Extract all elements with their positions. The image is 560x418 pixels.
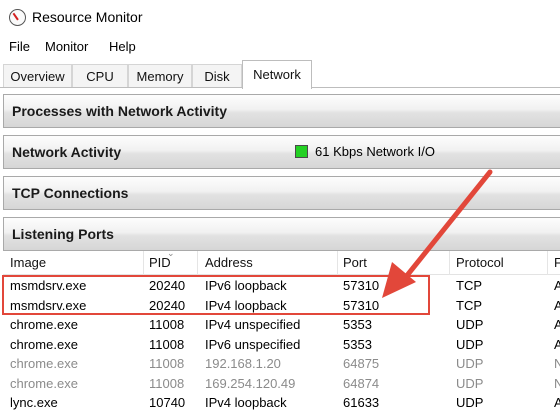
cell-protocol: UDP — [456, 356, 484, 371]
window-title: Resource Monitor — [32, 9, 143, 25]
cell-port: 5353 — [343, 317, 372, 332]
col-divider[interactable] — [449, 251, 450, 275]
cell-port: 5353 — [343, 336, 372, 352]
table-row[interactable]: msmdsrv.exe 20240 IPv6 loopback 57310 TC… — [3, 276, 560, 296]
cell-port: 57310 — [343, 278, 380, 293]
tab-disk[interactable]: Disk — [192, 64, 242, 88]
cell-pid: 11008 — [149, 336, 185, 352]
cell-pid: 10740 — [149, 395, 186, 410]
table-row[interactable]: msmdsrv.exe 20240 IPv4 loopback 57310 TC… — [3, 296, 560, 316]
cell-address: IPv4 loopback — [205, 395, 287, 410]
tab-overview[interactable]: Overview — [3, 64, 72, 88]
cell-pid: 20240 — [149, 297, 186, 313]
cell-port: 61633 — [343, 395, 380, 410]
menu-file[interactable]: File — [9, 39, 30, 54]
listening-table-header: Image ⌄ PID Address Port Protocol F — [3, 248, 560, 275]
cell-firewall: N — [554, 356, 560, 371]
tab-bar: Overview CPU Memory Disk Network — [0, 60, 560, 89]
section-network-activity-label: Network Activity — [12, 144, 122, 160]
section-network-activity-header[interactable]: Network Activity 61 Kbps Network I/O — [3, 135, 560, 169]
tab-cpu[interactable]: CPU — [72, 64, 128, 88]
table-row[interactable]: lync.exe 10740 IPv4 loopback 61633 UDP A — [3, 393, 560, 413]
network-io-status: 61 Kbps Network I/O — [295, 144, 435, 159]
tab-memory[interactable]: Memory — [128, 64, 192, 88]
cell-address: IPv4 loopback — [205, 297, 287, 313]
cell-port: 64874 — [343, 375, 380, 391]
col-pid[interactable]: PID — [149, 255, 171, 270]
cell-address: 192.168.1.20 — [205, 356, 281, 371]
cell-protocol: UDP — [456, 375, 484, 391]
cell-image: msmdsrv.exe — [10, 297, 87, 313]
cell-protocol: UDP — [456, 317, 484, 332]
menu-help[interactable]: Help — [109, 39, 136, 54]
network-io-text: 61 Kbps Network I/O — [315, 144, 435, 159]
cell-firewall: A — [554, 278, 560, 293]
col-divider[interactable] — [197, 251, 198, 275]
cell-image: chrome.exe — [10, 375, 78, 391]
cell-image: chrome.exe — [10, 336, 78, 352]
cell-firewall: A — [554, 395, 560, 410]
col-address[interactable]: Address — [205, 255, 253, 270]
col-divider[interactable] — [337, 251, 338, 275]
cell-firewall: A — [554, 336, 560, 352]
cell-pid: 11008 — [149, 356, 185, 371]
cell-protocol: UDP — [456, 395, 484, 410]
section-tcp-header[interactable]: TCP Connections — [3, 176, 560, 210]
col-divider[interactable] — [143, 251, 144, 275]
col-divider[interactable] — [547, 251, 548, 275]
col-firewall[interactable]: F — [554, 255, 560, 270]
table-row[interactable]: chrome.exe 11008 169.254.120.49 64874 UD… — [3, 374, 560, 394]
section-processes-label: Processes with Network Activity — [12, 103, 228, 119]
cell-protocol: TCP — [456, 297, 482, 313]
cell-image: lync.exe — [10, 395, 58, 410]
cell-address: 169.254.120.49 — [205, 375, 296, 391]
cell-address: IPv6 loopback — [205, 278, 287, 293]
section-processes-header[interactable]: Processes with Network Activity — [3, 94, 560, 128]
table-row[interactable]: chrome.exe 11008 IPv6 unspecified 5353 U… — [3, 335, 560, 355]
tab-network[interactable]: Network — [242, 60, 312, 89]
menu-bar: File Monitor Help — [0, 36, 560, 58]
title-bar: Resource Monitor — [0, 0, 560, 36]
cell-firewall: A — [554, 297, 560, 313]
cell-pid: 11008 — [149, 317, 185, 332]
cell-image: msmdsrv.exe — [10, 278, 87, 293]
cell-port: 57310 — [343, 297, 380, 313]
cell-firewall: N — [554, 375, 560, 391]
col-image[interactable]: Image — [10, 255, 46, 270]
resource-monitor-icon — [9, 9, 26, 26]
table-row[interactable]: chrome.exe 11008 192.168.1.20 64875 UDP … — [3, 354, 560, 374]
cell-address: IPv4 unspecified — [205, 317, 301, 332]
cell-pid: 20240 — [149, 278, 186, 293]
cell-firewall: A — [554, 317, 560, 332]
table-row[interactable]: chrome.exe 11008 IPv4 unspecified 5353 U… — [3, 315, 560, 335]
cell-image: chrome.exe — [10, 356, 78, 371]
section-tcp-label: TCP Connections — [12, 185, 129, 201]
cell-pid: 11008 — [149, 375, 185, 391]
cell-protocol: UDP — [456, 336, 484, 352]
listening-table-body: msmdsrv.exe 20240 IPv6 loopback 57310 TC… — [3, 276, 560, 413]
menu-monitor[interactable]: Monitor — [45, 39, 88, 54]
col-port[interactable]: Port — [343, 255, 367, 270]
cell-protocol: TCP — [456, 278, 482, 293]
section-listening-header[interactable]: Listening Ports — [3, 217, 560, 251]
cell-image: chrome.exe — [10, 317, 78, 332]
activity-indicator-icon — [295, 145, 308, 158]
cell-port: 64875 — [343, 356, 380, 371]
section-listening-label: Listening Ports — [12, 226, 114, 242]
network-panel: Processes with Network Activity Network … — [0, 88, 560, 418]
col-protocol[interactable]: Protocol — [456, 255, 504, 270]
cell-address: IPv6 unspecified — [205, 336, 301, 352]
